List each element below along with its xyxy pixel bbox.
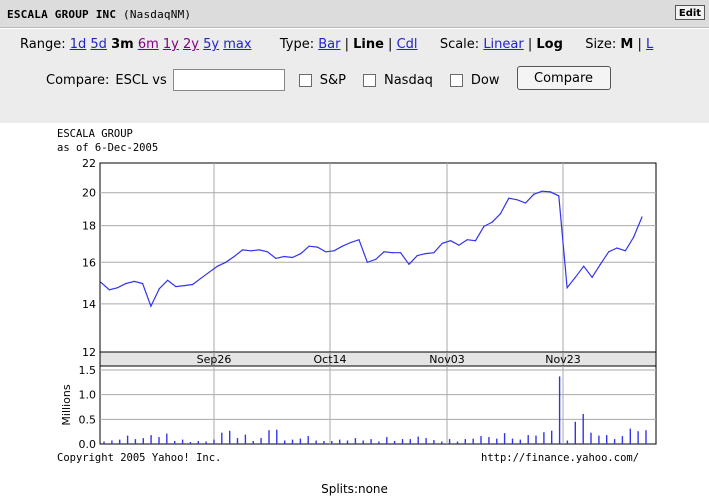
price-point [216,265,219,267]
price-point [583,265,585,267]
price-point [100,281,102,283]
price-point [258,249,260,251]
price-point [441,242,443,244]
price-point [524,202,527,204]
price-point [458,244,460,246]
price-point [316,246,318,248]
price-point [599,263,602,265]
price-tick-label: 20 [82,187,96,200]
price-point [416,255,418,257]
volume-tick-label: 1.5 [79,364,97,377]
price-point [474,240,477,242]
price-volume-chart: 12 14 16 18 20 22 Sep26 Oct14 Nov03 Nov23 0.0 0.5 1.… [60,157,657,451]
price-point [641,216,643,218]
price-point [591,276,593,278]
volume-tick-label: 1.0 [79,389,97,402]
source-url: http://finance.yahoo.com/ [481,452,640,464]
price-point [624,250,627,252]
copyright-text: Copyright 2005 Yahoo! Inc. [57,452,222,464]
price-point [333,250,335,252]
splits-text: Splits:none [321,482,388,496]
price-point [433,252,435,254]
price-point [491,221,493,223]
price-point [450,240,452,242]
price-point [425,253,427,255]
price-point [483,225,485,227]
price-point [375,258,377,260]
date-tick-label: Nov03 [429,353,464,366]
price-point [200,277,202,279]
price-point [183,285,185,287]
date-tick-label: Oct14 [313,353,346,366]
price-point [549,191,552,193]
date-tick-label: Nov23 [545,353,580,366]
price-point [275,257,277,259]
price-point [250,250,252,252]
volume-plot-area [99,365,657,445]
price-point [192,283,194,286]
price-point [117,287,119,289]
price-point [608,251,610,253]
price-point [175,286,177,288]
price-point [408,263,410,265]
price-point [291,256,293,259]
price-point [400,252,402,254]
price-point [108,289,110,291]
price-point [616,247,618,249]
volume-tick-label: 0.5 [79,413,97,426]
price-point [391,252,393,254]
price-tick-label: 14 [82,298,96,311]
price-point [150,305,152,307]
price-point [533,193,535,195]
price-point [142,282,144,285]
price-point [266,251,269,253]
price-point [566,287,568,289]
price-point [325,251,327,253]
price-tick-label: 16 [82,256,96,269]
price-point [358,239,360,241]
price-point [225,261,227,263]
price-point [466,239,468,241]
price-point [516,199,518,201]
date-tick-label: Sep26 [197,353,232,366]
price-point [208,271,210,273]
price-point [241,249,244,251]
price-point [633,236,635,238]
volume-axis-label: Millions [60,384,73,425]
price-point [499,213,502,215]
price-tick-label: 22 [82,157,96,170]
price-point [308,245,310,247]
price-point [383,251,385,253]
price-point [366,261,368,263]
price-tick-label: 18 [82,220,96,233]
price-point [233,255,235,258]
price-point [133,280,135,282]
price-point [341,245,343,247]
price-point [350,241,352,244]
price-point [300,253,302,255]
volume-tick-label: 0.0 [79,438,97,451]
price-point [283,255,285,258]
price-point [558,195,560,197]
price-tick-label: 12 [82,346,96,359]
price-point [125,282,127,285]
price-point [541,190,543,192]
price-point [508,197,510,199]
price-point [574,276,577,278]
price-point [158,288,160,290]
price-point [167,279,169,281]
